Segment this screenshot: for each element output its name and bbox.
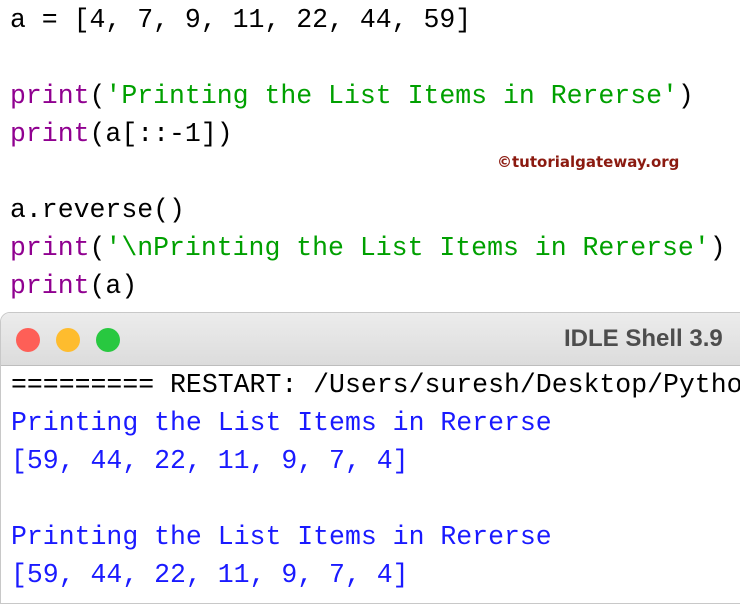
code-line: print('\nPrinting the List Items in Rere… [10, 229, 726, 267]
zoom-button[interactable] [96, 328, 120, 352]
shell-line: [59, 44, 22, 11, 9, 7, 4] [11, 560, 409, 590]
close-button[interactable] [16, 328, 40, 352]
code-text: ) [709, 233, 726, 263]
keyword: print [10, 119, 90, 149]
code-line: a = [4, 7, 9, 11, 22, 44, 59] [10, 1, 726, 39]
code-line: a.reverse() [10, 191, 726, 229]
shell-output[interactable]: ========= RESTART: /Users/suresh/Desktop… [11, 366, 740, 594]
code-text: a.reverse() [10, 195, 185, 225]
code-text: (a) [89, 271, 138, 301]
code-text: ( [89, 81, 106, 111]
code-line: print(a[::-1]) [10, 115, 726, 153]
title-bar[interactable]: IDLE Shell 3.9 [1, 313, 740, 366]
shell-line: Printing the List Items in Rererse [11, 522, 552, 552]
shell-line: [59, 44, 22, 11, 9, 7, 4] [11, 446, 409, 476]
code-line: print('Printing the List Items in Rerers… [10, 77, 726, 115]
string-literal: '\nPrinting the List Items in Rererse' [105, 233, 710, 263]
string-literal: 'Printing the List Items in Rererse' [105, 81, 678, 111]
code-text: a = [4, 7, 9, 11, 22, 44, 59] [10, 5, 472, 35]
keyword: print [10, 233, 90, 263]
code-text: ( [89, 233, 106, 263]
code-text: ) [677, 81, 694, 111]
keyword: print [10, 271, 90, 301]
code-line: print(a) [10, 267, 726, 305]
shell-line: Printing the List Items in Rererse [11, 408, 552, 438]
keyword: print [10, 81, 90, 111]
minimize-button[interactable] [56, 328, 80, 352]
idle-shell-window: IDLE Shell 3.9 ========= RESTART: /Users… [0, 312, 740, 604]
shell-line: ========= RESTART: /Users/suresh/Desktop… [11, 370, 740, 400]
watermark: ©tutorialgateway.org [497, 153, 680, 171]
window-title: IDLE Shell 3.9 [564, 325, 723, 352]
code-text: (a[::-1]) [89, 119, 233, 149]
